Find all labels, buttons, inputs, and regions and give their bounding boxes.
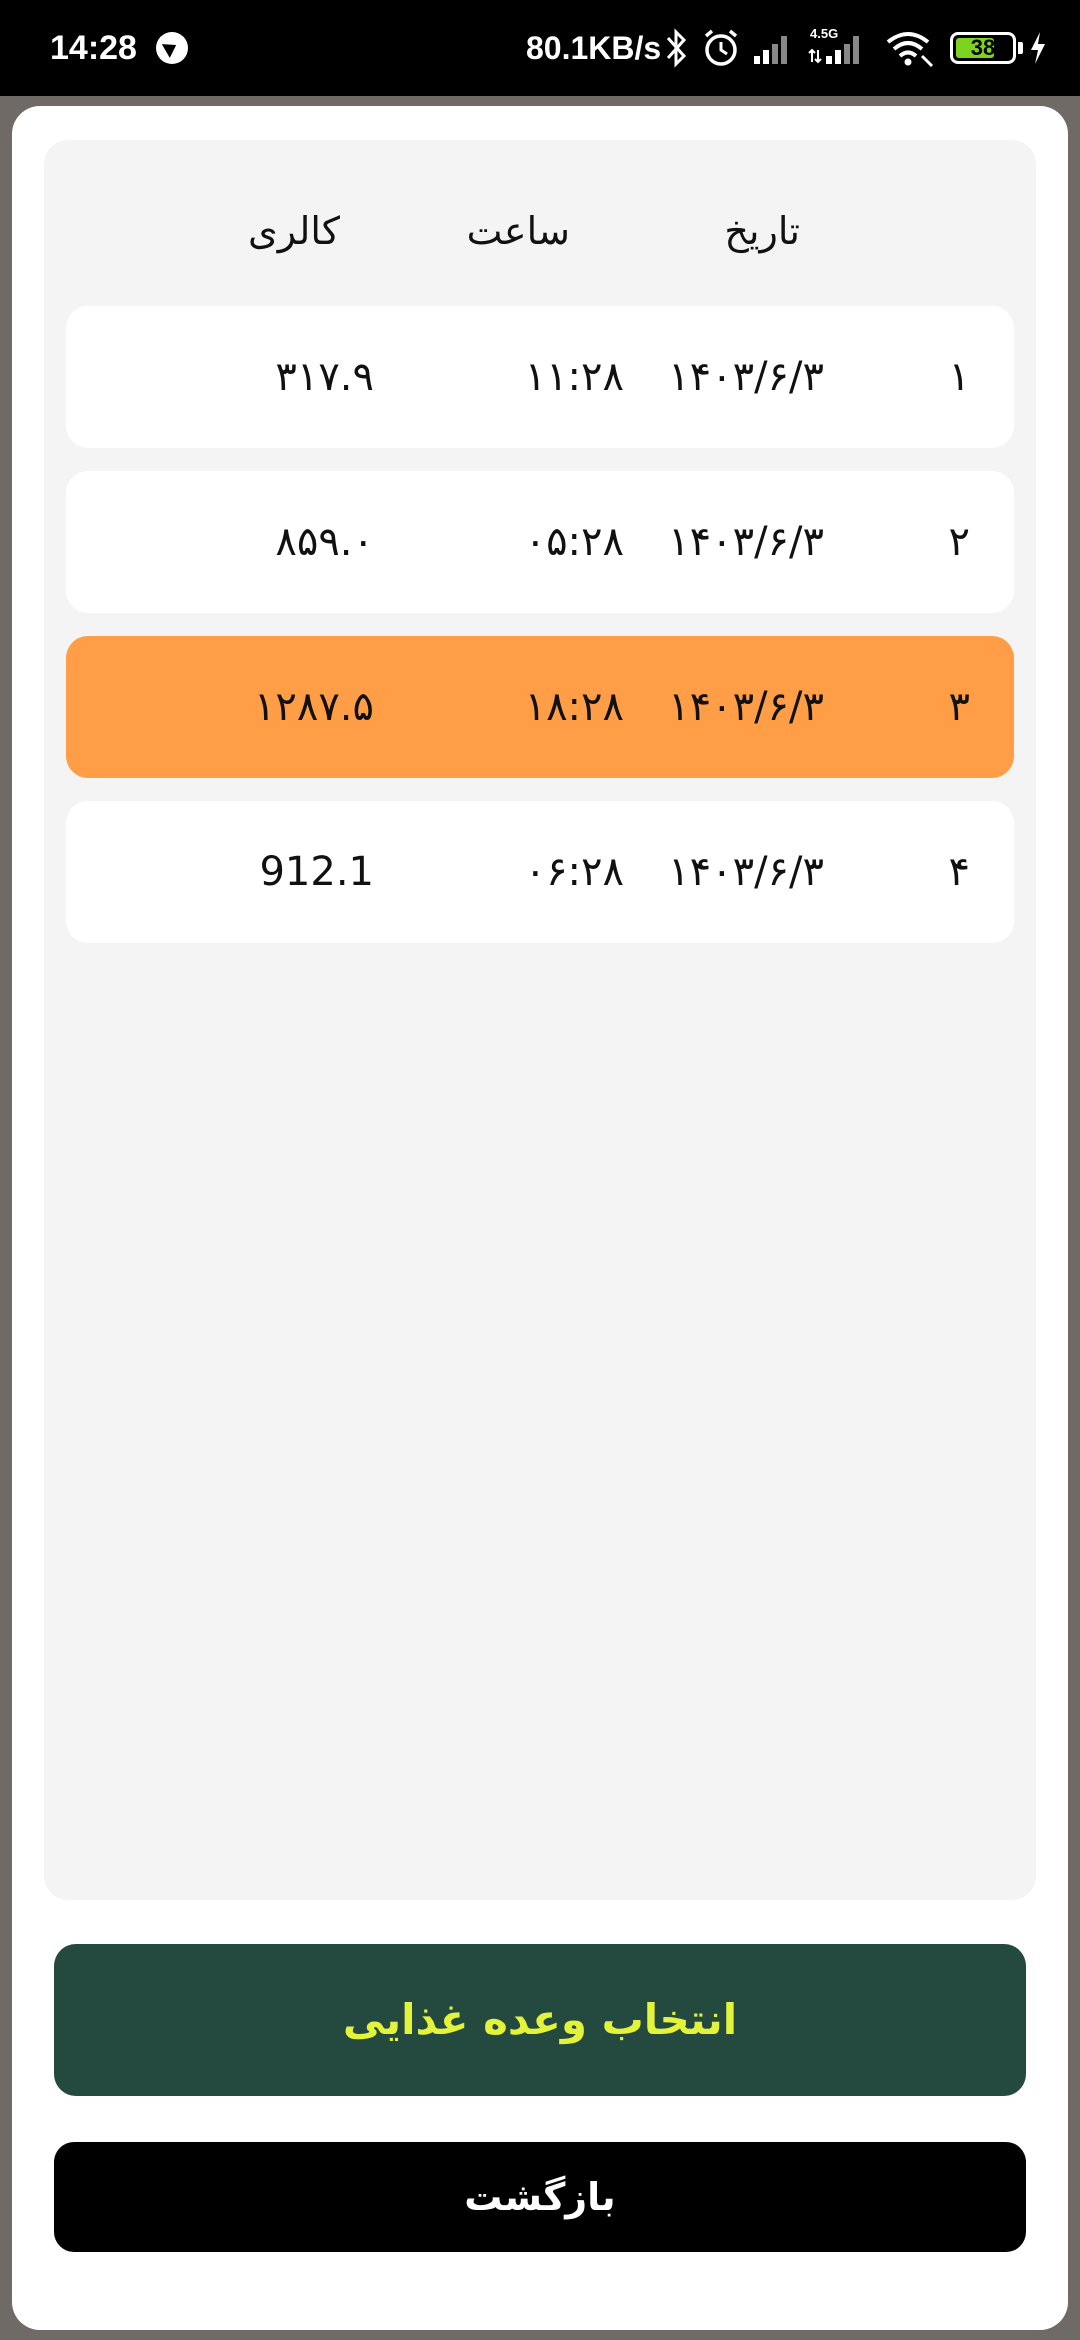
- charging-icon: [1028, 28, 1048, 68]
- row-date: ۱۴۰۳/۶/۳: [668, 684, 824, 730]
- battery-icon: 38: [950, 32, 1016, 64]
- row-calories: 912.1: [259, 849, 374, 895]
- battery-level: 38: [970, 35, 996, 60]
- meal-row[interactable]: ۲ ۱۴۰۳/۶/۳ ۰۵:۲۸ ۸۵۹.۰: [66, 471, 1014, 613]
- header-date: تاریخ: [724, 209, 800, 253]
- signal-icon: [752, 28, 794, 68]
- row-index: ۱: [948, 354, 970, 400]
- header-time: ساعت: [466, 209, 570, 253]
- row-date: ۱۴۰۳/۶/۳: [668, 849, 824, 895]
- wifi-icon: [884, 28, 936, 68]
- back-button[interactable]: بازگشت: [54, 2142, 1026, 2252]
- network-type-label: 4.5G: [810, 26, 838, 41]
- meal-row-selected[interactable]: ۳ ۱۴۰۳/۶/۳ ۱۸:۲۸ ۱۲۸۷.۵: [66, 636, 1014, 778]
- row-date: ۱۴۰۳/۶/۳: [668, 354, 824, 400]
- row-date: ۱۴۰۳/۶/۳: [668, 519, 824, 565]
- row-index: ۳: [948, 684, 970, 730]
- alarm-icon: [702, 28, 740, 68]
- select-meal-button[interactable]: انتخاب وعده غذایی: [54, 1944, 1026, 2096]
- row-calories: ۸۵۹.۰: [275, 519, 374, 565]
- bluetooth-icon: [664, 28, 688, 68]
- row-index: ۴: [948, 849, 970, 895]
- signal-4g-icon: 4.5G: [808, 26, 868, 66]
- row-time: ۱۸:۲۸: [524, 684, 624, 730]
- meal-row[interactable]: ۴ ۱۴۰۳/۶/۳ ۰۶:۲۸ 912.1: [66, 801, 1014, 943]
- network-speed: 80.1KB/s: [526, 30, 662, 66]
- header-calories: کالری: [248, 209, 340, 253]
- row-index: ۲: [948, 519, 970, 565]
- table-header: تاریخ ساعت کالری: [0, 196, 1080, 266]
- row-calories: ۳۱۷.۹: [275, 354, 374, 400]
- row-time: ۰۶:۲۸: [524, 849, 624, 895]
- row-time: ۰۵:۲۸: [524, 519, 624, 565]
- telegram-icon: [156, 32, 188, 64]
- row-time: ۱۱:۲۸: [524, 354, 624, 400]
- meal-row[interactable]: ۱ ۱۴۰۳/۶/۳ ۱۱:۲۸ ۳۱۷.۹: [66, 306, 1014, 448]
- row-calories: ۱۲۸۷.۵: [253, 684, 374, 730]
- status-bar: 14:28 80.1KB/s 4.5G 38: [0, 0, 1080, 96]
- status-time: 14:28: [50, 29, 137, 67]
